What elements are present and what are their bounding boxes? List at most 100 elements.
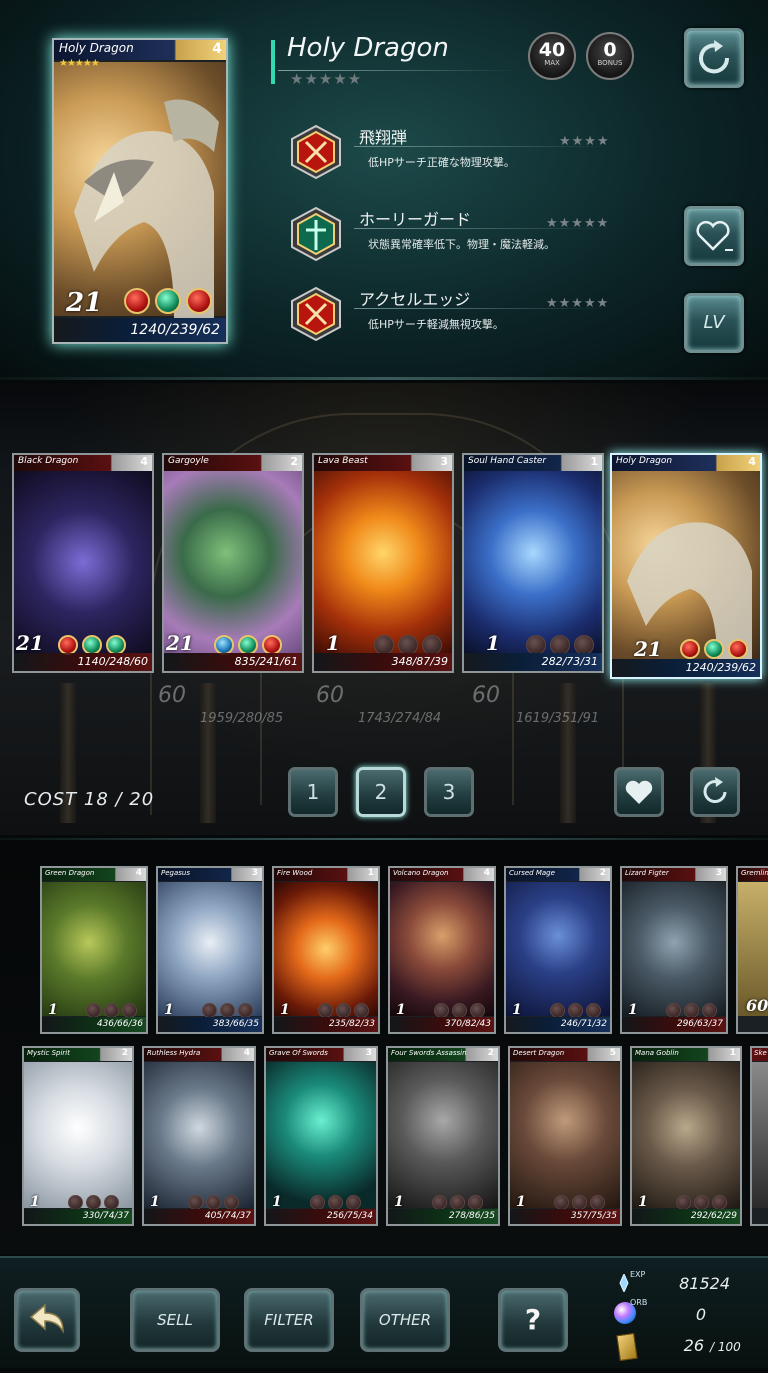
- back-button[interactable]: [14, 1288, 80, 1352]
- card-stats: 278/86/35: [388, 1209, 498, 1224]
- card-namebar: Holy Dragon 4: [612, 455, 760, 471]
- card-stats-value: 1140/248/60: [77, 655, 148, 668]
- deck-cost: COST 18 / 20: [24, 789, 155, 810]
- card-cost: 2: [487, 1048, 494, 1058]
- card-cost: 4: [748, 455, 756, 468]
- page-label: 1: [306, 780, 320, 804]
- collection-card[interactable]: Volcano Dragon 4 1 370/82/43: [388, 866, 496, 1034]
- card-art: [632, 1062, 740, 1208]
- empty-gem-icon: [470, 1003, 485, 1018]
- deck-page-2[interactable]: 2: [356, 767, 406, 817]
- card-art: [506, 882, 610, 1016]
- deck-page-3[interactable]: 3: [424, 767, 474, 817]
- collection-card[interactable]: Grave Of Swords 3 1 256/75/34: [264, 1046, 378, 1226]
- card-namebar: Soul Hand Caster 1: [464, 455, 602, 471]
- collection-card[interactable]: Four Swords Assassin 2 1 278/86/35: [386, 1046, 500, 1226]
- card-namebar: Lizard Figter 3: [622, 868, 726, 881]
- card-namebar: Cursed Mage 2: [506, 868, 610, 881]
- help-button[interactable]: ?: [498, 1288, 568, 1352]
- card-cost: 3: [365, 1048, 372, 1058]
- deck-card[interactable]: Soul Hand Caster 1 1 282/73/31: [462, 453, 604, 673]
- empty-gem-icon: [86, 1003, 101, 1018]
- sword-red-icon: [291, 286, 341, 342]
- skill-gem-red-icon: [262, 635, 282, 655]
- collection-card[interactable]: Desert Dragon 5 1 357/75/35: [508, 1046, 622, 1226]
- collection-card[interactable]: Ruthless Hydra 4 1 405/74/37: [142, 1046, 256, 1226]
- selected-card[interactable]: Holy Dragon 4 ★★★★★ 21 1240/239/62: [52, 38, 228, 344]
- card-stats-value: 292/62/29: [690, 1211, 737, 1221]
- collection-card[interactable]: Green Dragon 4 1 436/66/36: [40, 866, 148, 1034]
- card-level: 1: [394, 1194, 404, 1210]
- empty-gem-icon: [86, 1195, 101, 1210]
- card-namebar: Lava Beast 3: [314, 455, 452, 471]
- cross-green-icon: [291, 206, 341, 262]
- heart-icon: [625, 780, 653, 804]
- card-cost: 4: [243, 1048, 250, 1058]
- card-count-max: / 100: [710, 1340, 741, 1354]
- collection-card[interactable]: Pegasus 3 1 383/66/35: [156, 866, 264, 1034]
- card-stats-value: 835/241/61: [234, 655, 298, 668]
- collection-card[interactable]: Cursed Mage 2 1 246/71/32: [504, 866, 612, 1034]
- card-art: [390, 882, 494, 1016]
- card-cost: 1: [729, 1048, 736, 1058]
- sell-button[interactable]: SELL: [130, 1288, 220, 1352]
- skill-desc: 状態異常確率低下。物理・魔法軽減。: [368, 238, 555, 251]
- collection-card-partial[interactable]: Gremlin 60: [736, 866, 768, 1034]
- collection-card[interactable]: Mana Goblin 1 1 292/62/29: [630, 1046, 742, 1226]
- card-level: 1: [48, 1002, 58, 1018]
- empty-gem-icon: [104, 1195, 119, 1210]
- deck-refresh-button[interactable]: [690, 767, 740, 817]
- deck-card[interactable]: Black Dragon 4 21 1140/248/60: [12, 453, 154, 673]
- deck-page-1[interactable]: 1: [288, 767, 338, 817]
- filter-button[interactable]: FILTER: [244, 1288, 334, 1352]
- level-up-button[interactable]: LV: [684, 293, 744, 353]
- exp-value: 81524: [679, 1274, 730, 1293]
- skill-stars: ★★★★: [559, 134, 610, 149]
- card-namebar: Desert Dragon 5: [510, 1048, 620, 1061]
- empty-gem-icon: [188, 1195, 203, 1210]
- empty-gem-icon: [354, 1003, 369, 1018]
- card-stats-value: 357/75/35: [570, 1211, 617, 1221]
- refresh-button[interactable]: [684, 28, 744, 88]
- empty-gem-icon: [224, 1195, 239, 1210]
- collection-card[interactable]: Mystic Spirit 2 1 330/74/37: [22, 1046, 134, 1226]
- card-stats-value: 278/86/35: [448, 1211, 495, 1221]
- card-stats: 256/75/34: [266, 1209, 376, 1224]
- deck-card-selected[interactable]: Holy Dragon 4 21 1240/239/62: [610, 453, 762, 679]
- collection-card-partial[interactable]: Ske: [750, 1046, 768, 1226]
- collection-card[interactable]: Lizard Figter 3 1 296/63/37: [620, 866, 728, 1034]
- empty-gem-icon: [374, 635, 394, 655]
- card-stats-value: 383/66/35: [212, 1019, 259, 1029]
- card-art: [54, 62, 226, 318]
- collection-card[interactable]: Fire Wood 1 1 235/82/33: [272, 866, 380, 1034]
- card-level: 1: [516, 1194, 526, 1210]
- card-stats-value: 330/74/37: [82, 1211, 129, 1221]
- card-count-value: 26: [683, 1336, 704, 1355]
- other-button[interactable]: OTHER: [360, 1288, 450, 1352]
- skill-row-2: ホーリーガード ★★★★★ 状態異常確率低下。物理・魔法軽減。: [284, 202, 614, 272]
- other-label: OTHER: [378, 1311, 432, 1329]
- card-cost: 4: [140, 455, 148, 468]
- card-stats-value: 348/87/39: [391, 655, 448, 668]
- card-level: 21: [166, 631, 194, 655]
- card-namebar: Gargoyle 2: [164, 455, 302, 471]
- ghost-stats: 1743/274/84: [358, 711, 442, 726]
- card-stats-value: 296/63/37: [676, 1019, 723, 1029]
- card-cost: 1: [590, 455, 598, 468]
- card-art: [388, 1062, 498, 1208]
- empty-gem-icon: [676, 1195, 691, 1210]
- card-name: Ske: [754, 1049, 767, 1057]
- deck-card[interactable]: Lava Beast 3 1 348/87/39: [312, 453, 454, 673]
- card-name: Soul Hand Caster: [468, 456, 547, 466]
- empty-gem-icon: [702, 1003, 717, 1018]
- level-up-label: LV: [703, 312, 725, 333]
- card-name: Pegasus: [161, 869, 190, 877]
- help-label: ?: [524, 1303, 542, 1336]
- empty-gem-icon: [684, 1003, 699, 1018]
- deck-card[interactable]: Gargoyle 2 21 835/241/61: [162, 453, 304, 673]
- favorite-remove-button[interactable]: [684, 206, 744, 266]
- deck-favorite-button[interactable]: [614, 767, 664, 817]
- card-name: Black Dragon: [18, 456, 79, 466]
- card-level: 1: [486, 631, 500, 655]
- card-cost: 3: [440, 455, 448, 468]
